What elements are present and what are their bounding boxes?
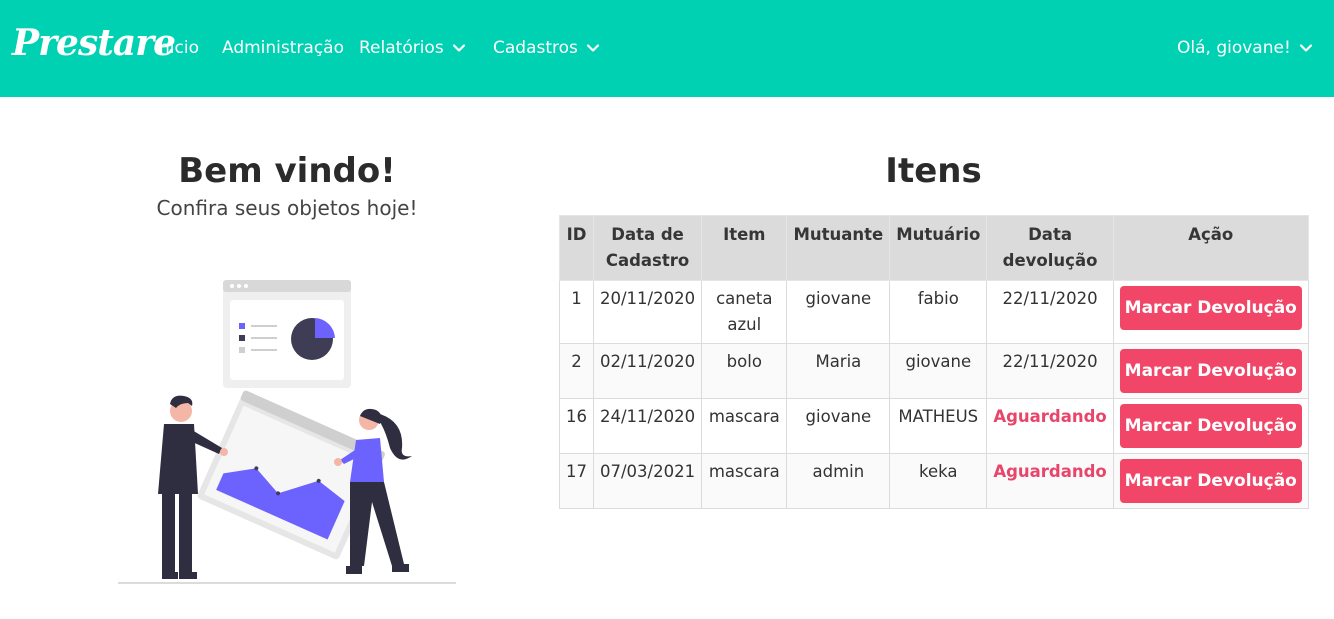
welcome-title: Bem vindo!: [178, 151, 396, 191]
column-header-borrower: Mutuário: [889, 215, 988, 281]
nav-item-cadastros[interactable]: Cadastros: [493, 38, 600, 58]
items-title: Itens: [885, 151, 982, 191]
cell-action: Marcar Devolução: [1112, 453, 1309, 509]
navbar: Prestare Inicio Administração Relatórios…: [0, 0, 1334, 97]
cell-created: 24/11/2020: [592, 398, 703, 454]
table-row: 17 07/03/2021 mascara admin keka Aguarda…: [559, 453, 1309, 509]
user-menu[interactable]: Olá, giovane!: [1177, 38, 1313, 58]
cell-item: mascara: [701, 398, 788, 454]
column-header-id: ID: [559, 215, 594, 281]
cell-lender: giovane: [786, 398, 891, 454]
cell-id: 17: [559, 453, 594, 509]
items-table: ID Data de Cadastro Item Mutuante Mutuár…: [559, 215, 1309, 509]
cell-lender: Maria: [786, 343, 891, 399]
items-section: Itens: [559, 150, 1308, 192]
brand-logo[interactable]: Prestare: [12, 22, 176, 64]
chevron-down-icon: [452, 41, 466, 55]
table-header-row: ID Data de Cadastro Item Mutuante Mutuár…: [559, 215, 1309, 281]
cell-id: 1: [559, 280, 594, 344]
nav-item-label: Inicio: [154, 38, 199, 58]
cell-return-date: Aguardando: [986, 398, 1114, 454]
cell-item: caneta azul: [701, 280, 788, 344]
cell-return-date: 22/11/2020: [986, 280, 1114, 344]
cell-borrower: fabio: [889, 280, 988, 344]
chevron-down-icon: [586, 41, 600, 55]
nav-item-relatorios[interactable]: Relatórios: [359, 38, 466, 58]
cell-return-date: 22/11/2020: [986, 343, 1114, 399]
cell-lender: admin: [786, 453, 891, 509]
chevron-down-icon: [1299, 41, 1313, 55]
table-row: 2 02/11/2020 bolo Maria giovane 22/11/20…: [559, 343, 1309, 399]
nav-item-label: Cadastros: [493, 38, 578, 58]
cell-id: 2: [559, 343, 594, 399]
cell-item: mascara: [701, 453, 788, 509]
column-header-action: Ação: [1112, 215, 1309, 281]
cell-created: 07/03/2021: [592, 453, 703, 509]
user-greeting: Olá, giovane!: [1177, 38, 1291, 58]
mark-return-button[interactable]: Marcar Devolução: [1119, 459, 1302, 503]
column-header-return-date: Data devolução: [986, 215, 1114, 281]
cell-item: bolo: [701, 343, 788, 399]
table-row: 1 20/11/2020 caneta azul giovane fabio 2…: [559, 280, 1309, 344]
cell-borrower: keka: [889, 453, 988, 509]
cell-borrower: giovane: [889, 343, 988, 399]
presentation-illustration: [118, 272, 458, 588]
welcome-section: Bem vindo! Confira seus objetos hoje!: [118, 150, 456, 222]
cell-action: Marcar Devolução: [1112, 280, 1309, 344]
cell-borrower: MATHEUS: [889, 398, 988, 454]
column-header-item: Item: [701, 215, 788, 281]
mark-return-button[interactable]: Marcar Devolução: [1119, 286, 1302, 330]
cell-action: Marcar Devolução: [1112, 398, 1309, 454]
mark-return-button[interactable]: Marcar Devolução: [1119, 404, 1302, 448]
cell-lender: giovane: [786, 280, 891, 344]
nav-item-inicio[interactable]: Inicio: [154, 38, 199, 58]
mark-return-button[interactable]: Marcar Devolução: [1119, 349, 1302, 393]
nav-item-label: Administração: [222, 38, 344, 58]
column-header-lender: Mutuante: [786, 215, 891, 281]
cell-action: Marcar Devolução: [1112, 343, 1309, 399]
welcome-subtitle: Confira seus objetos hoje!: [156, 196, 418, 220]
table-row: 16 24/11/2020 mascara giovane MATHEUS Ag…: [559, 398, 1309, 454]
cell-created: 20/11/2020: [592, 280, 703, 344]
cell-created: 02/11/2020: [592, 343, 703, 399]
nav-item-label: Relatórios: [359, 38, 444, 58]
nav-item-administracao[interactable]: Administração: [222, 38, 344, 58]
column-header-created: Data de Cadastro: [592, 215, 703, 281]
cell-id: 16: [559, 398, 594, 454]
cell-return-date: Aguardando: [986, 453, 1114, 509]
